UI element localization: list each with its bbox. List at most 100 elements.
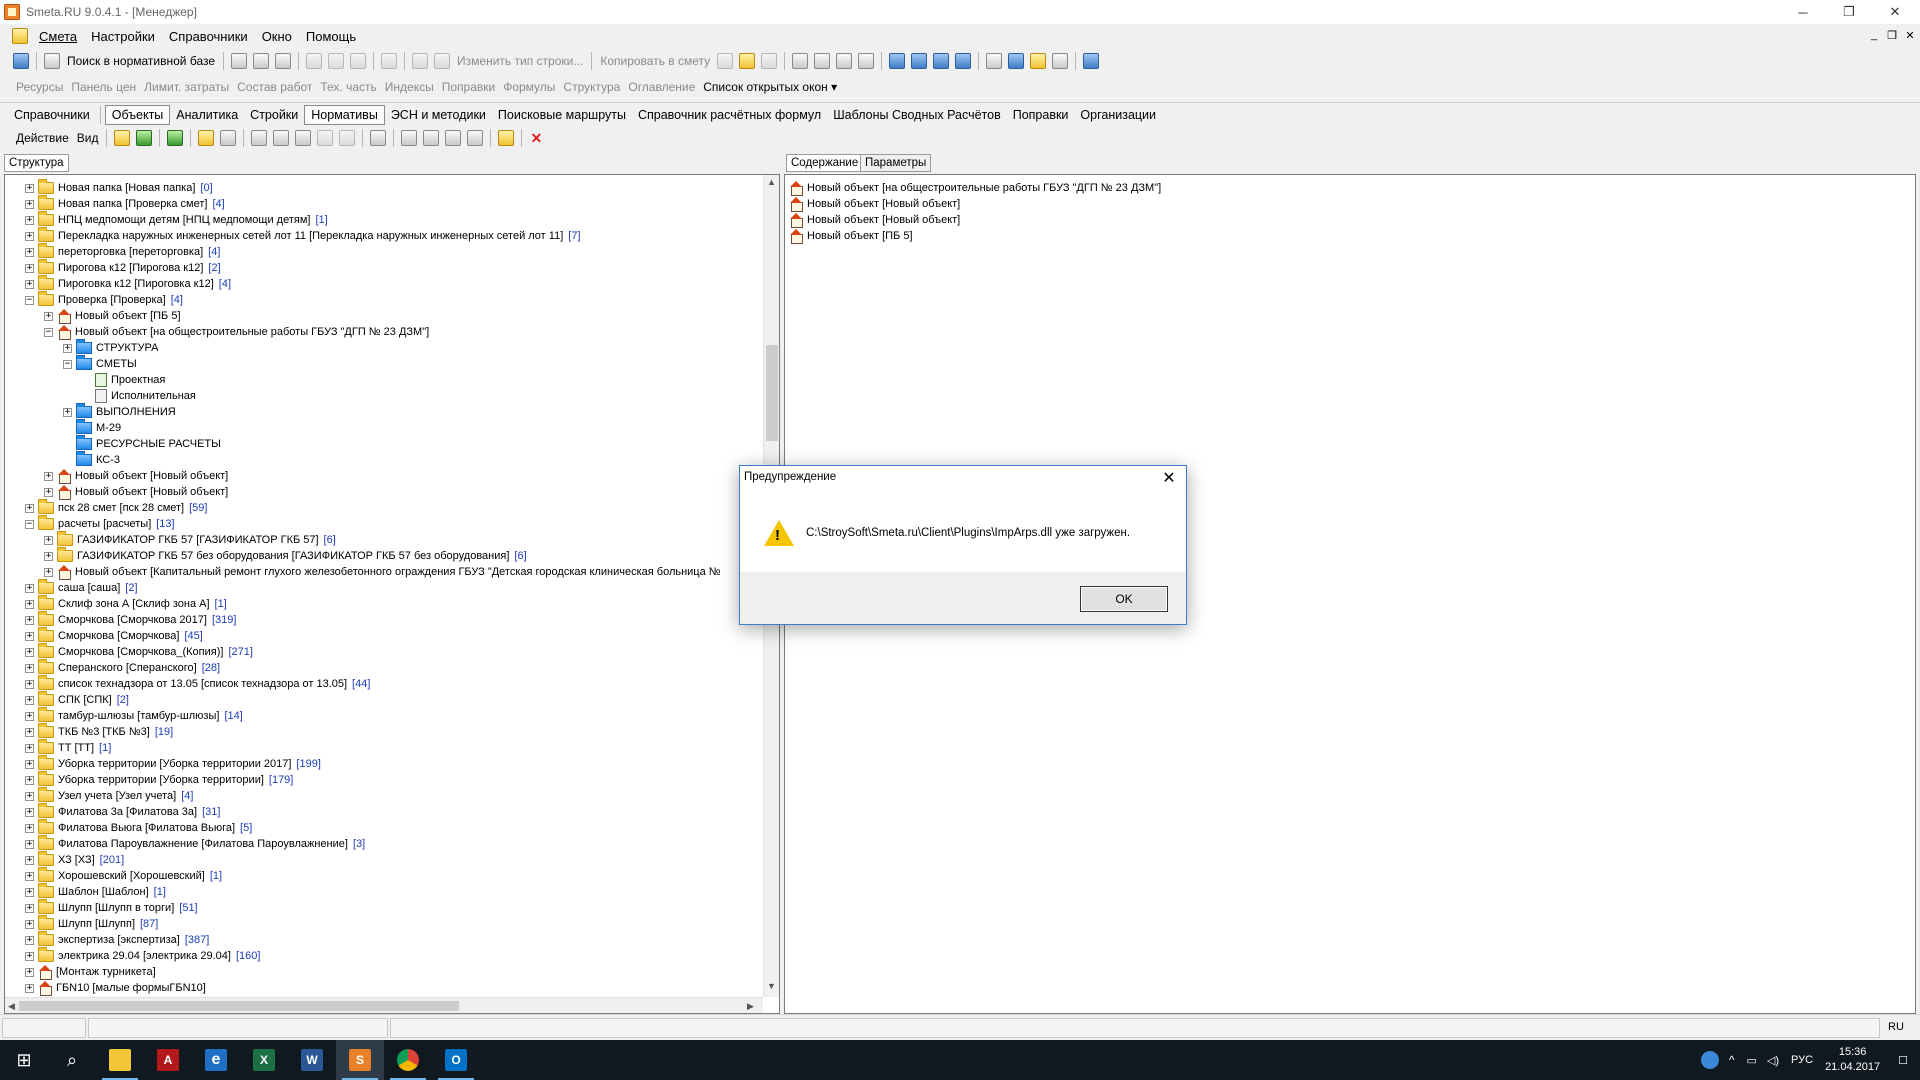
menu-smeta[interactable]: Смета	[32, 29, 84, 44]
object-tool-icon[interactable]	[220, 130, 237, 146]
expand-icon[interactable]: +	[25, 183, 34, 193]
tab-analytics[interactable]: Аналитика	[170, 105, 244, 125]
content-item[interactable]: Новый объект [на общестроительные работы…	[789, 180, 1161, 196]
expand-icon[interactable]: +	[44, 487, 53, 497]
taskbar-acrobat[interactable]: A	[144, 1040, 192, 1080]
calc-icon[interactable]	[275, 53, 292, 69]
resources-button[interactable]: Ресурсы	[12, 80, 67, 94]
import-2-icon[interactable]	[423, 130, 440, 146]
tab-search-routes[interactable]: Поисковые маршруты	[492, 105, 632, 125]
expand-icon[interactable]: +	[25, 967, 34, 977]
expand-icon[interactable]: +	[25, 727, 34, 737]
tree-node[interactable]: + Сморчкова [Сморчкова_(Копия)] [271]	[25, 643, 253, 660]
expand-icon[interactable]: +	[25, 935, 34, 945]
content-item[interactable]: Новый объект [Новый объект]	[789, 212, 960, 228]
norm-1-icon[interactable]	[792, 53, 809, 69]
tech-part-button[interactable]: Тех. часть	[316, 80, 380, 94]
tree-node[interactable]: + список технадзора от 13.05 [список техн…	[25, 675, 370, 692]
dialog-close-button[interactable]: ✕	[1156, 466, 1182, 490]
tree-node[interactable]: + Филатова 3а [Филатова 3а] [31]	[25, 803, 220, 820]
expand-icon[interactable]: +	[25, 775, 34, 785]
tree-node[interactable]: + СТРУКТУРА	[63, 339, 158, 356]
copy-to-estimate-button[interactable]: Копировать в смету	[596, 54, 714, 68]
tree-node[interactable]: + Уборка территории [Уборка территории] [1…	[25, 771, 293, 788]
open-windows-list-dropdown[interactable]: Список открытых окон ▾	[699, 80, 841, 94]
tab-normatives[interactable]: Нормативы	[304, 104, 385, 125]
tree-node[interactable]: − Проверка [Проверка] [4]	[25, 291, 183, 308]
expand-icon[interactable]: +	[25, 983, 34, 993]
expand-icon[interactable]: +	[44, 567, 53, 577]
menu-references[interactable]: Справочники	[162, 29, 255, 44]
tree-node[interactable]: КС-3	[63, 451, 120, 468]
insert-row-icon[interactable]	[306, 53, 323, 69]
expand-icon[interactable]: +	[25, 903, 34, 913]
tree-node[interactable]: + саша [саша] [2]	[25, 579, 138, 596]
expand-icon[interactable]: +	[63, 343, 72, 353]
tree-node[interactable]: + Уборка территории [Уборка территории 20…	[25, 755, 321, 772]
tab-objects[interactable]: Объекты	[104, 104, 171, 125]
scroll-right-icon[interactable]: ▶	[747, 1001, 754, 1012]
chart-icon[interactable]	[986, 53, 1003, 69]
tree-node[interactable]: − расчеты [расчеты] [13]	[25, 515, 175, 532]
import-4-icon[interactable]	[467, 130, 484, 146]
expand-icon[interactable]: +	[25, 919, 34, 929]
truck-icon[interactable]	[412, 53, 429, 69]
search-button[interactable]: ⌕	[48, 1040, 96, 1080]
books-icon[interactable]	[1083, 53, 1100, 69]
content-item[interactable]: Новый объект [ПБ 5]	[789, 228, 913, 244]
expand-icon[interactable]: +	[25, 503, 34, 513]
view-menu[interactable]: Вид	[73, 131, 103, 145]
arrow-up-icon[interactable]	[317, 130, 334, 146]
expand-icon[interactable]: +	[25, 279, 34, 289]
tab-references[interactable]: Справочники	[8, 105, 96, 125]
tray-overflow-icon[interactable]: ^	[1729, 1053, 1735, 1067]
tree-node[interactable]: + ГАЗИФИКАТОР ГКБ 57 [ГАЗИФИКАТОР ГКБ 57]…	[44, 531, 336, 548]
taskbar-excel[interactable]: X	[240, 1040, 288, 1080]
tab-parameters[interactable]: Параметры	[860, 154, 932, 172]
change-row-type-icon[interactable]	[434, 53, 451, 69]
maximize-button[interactable]: ❐	[1826, 0, 1872, 24]
clipboard-icon[interactable]	[761, 53, 778, 69]
work-composition-button[interactable]: Состав работ	[233, 80, 316, 94]
tree-node[interactable]: + СПК [СПК] [2]	[25, 691, 129, 708]
mdi-close-button[interactable]: ✕	[1902, 28, 1918, 42]
expand-icon[interactable]: +	[25, 663, 34, 673]
arrow-down-icon[interactable]	[339, 130, 356, 146]
tree-node[interactable]: Проектная	[82, 372, 165, 388]
close-button[interactable]: ✕	[1872, 0, 1918, 24]
tree-vertical-scroll-thumb[interactable]	[766, 345, 778, 441]
new-object-icon[interactable]	[198, 130, 215, 146]
indent-right-icon[interactable]	[911, 53, 928, 69]
taskbar-word[interactable]: W	[288, 1040, 336, 1080]
content-item[interactable]: Новый объект [Новый объект]	[789, 196, 960, 212]
tree-node[interactable]: + Хорошевский [Хорошевский] [1]	[25, 867, 222, 884]
structure-button[interactable]: Структура	[559, 80, 624, 94]
norm-3-icon[interactable]	[836, 53, 853, 69]
tree-node[interactable]: + Новый объект [Новый объект]	[44, 484, 228, 500]
tree-node[interactable]: + Сморчкова [Сморчкова] [45]	[25, 627, 203, 644]
tree-node[interactable]: + Филатова Вьюга [Филатова Вьюга] [5]	[25, 819, 252, 836]
tree-node[interactable]: + Склиф зона А [Склиф зона А] [1]	[25, 595, 227, 612]
tree-node[interactable]: + Перекладка наружных инженерных сетей ло…	[25, 227, 581, 244]
expand-icon[interactable]: +	[25, 647, 34, 657]
menu-help[interactable]: Помощь	[299, 29, 363, 44]
paste-icon[interactable]	[739, 53, 756, 69]
scroll-up-icon[interactable]: ▲	[767, 177, 776, 187]
car-icon[interactable]	[1008, 53, 1025, 69]
tree-node[interactable]: + Новая папка [Проверка смет] [4]	[25, 195, 225, 212]
expand-icon[interactable]: +	[25, 839, 34, 849]
new-folder-icon[interactable]	[114, 130, 131, 146]
corrections-button[interactable]: Поправки	[438, 80, 499, 94]
comment-icon[interactable]	[350, 53, 367, 69]
tab-corrections[interactable]: Поправки	[1007, 105, 1075, 125]
tree-node[interactable]: + НПЦ медпомощи детям [НПЦ медпомощи детя…	[25, 211, 328, 228]
object-b-icon[interactable]	[273, 130, 290, 146]
expand-icon[interactable]: +	[25, 599, 34, 609]
tree-node[interactable]: + Новая папка [Новая папка] [0]	[25, 179, 213, 196]
taskbar-edge[interactable]: e	[192, 1040, 240, 1080]
copy-object-icon[interactable]	[370, 130, 387, 146]
document-icon[interactable]	[12, 28, 28, 44]
tree-node[interactable]: + тамбур-шлюзы [тамбур-шлюзы] [14]	[25, 707, 243, 724]
mdi-minimize-button[interactable]: _	[1866, 28, 1882, 42]
tree-node[interactable]: + Шлупп [Шлупп] [87]	[25, 915, 158, 932]
